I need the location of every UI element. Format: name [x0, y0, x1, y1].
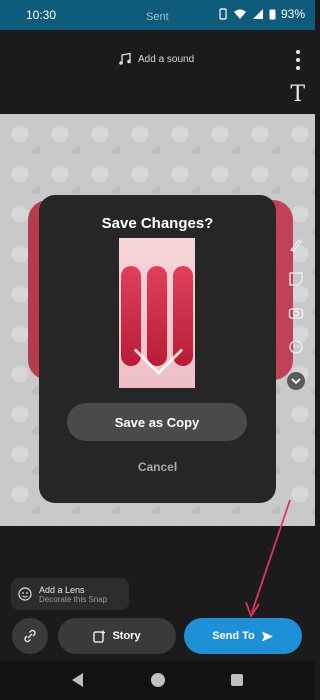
link-icon — [24, 629, 36, 643]
story-label: Story — [112, 630, 141, 642]
text-icon[interactable]: T — [290, 82, 305, 107]
status-bar: 10:30 Sent 93% — [0, 0, 315, 30]
link-button[interactable] — [12, 618, 48, 654]
lens-icon — [11, 586, 39, 602]
vibrate-icon — [219, 8, 227, 20]
add-lens-subtitle: Decorate this Snap — [39, 594, 108, 604]
music-note-icon — [119, 52, 131, 65]
more-vertical-icon[interactable] — [295, 50, 301, 72]
add-sound-button[interactable]: Add a sound — [118, 52, 194, 66]
save-changes-dialog: Save Changes? Save as Copy Cancel — [39, 195, 276, 503]
add-lens-button[interactable]: Add a Lens Decorate this Snap — [11, 578, 129, 610]
sticker-icon[interactable] — [285, 268, 307, 290]
save-as-copy-button[interactable]: Save as Copy — [67, 403, 247, 441]
battery-icon — [269, 9, 276, 20]
status-ghost-text: Sent — [146, 11, 169, 23]
nav-recents-icon[interactable] — [231, 674, 243, 686]
chevron-down-icon[interactable] — [285, 370, 307, 392]
dialog-title: Save Changes? — [101, 215, 214, 232]
signal-icon — [252, 9, 263, 19]
story-add-icon — [93, 630, 106, 643]
send-to-label: Send To — [212, 630, 255, 642]
send-arrow-icon — [261, 631, 273, 641]
nav-home-icon[interactable] — [151, 673, 165, 687]
snap-top-bar — [0, 30, 315, 114]
camera-icon[interactable] — [285, 302, 307, 324]
story-button[interactable]: Story — [58, 618, 176, 654]
add-lens-title: Add a Lens — [39, 584, 85, 595]
battery-percent: 93% — [280, 7, 305, 21]
android-nav-bar — [0, 662, 315, 700]
cancel-button[interactable]: Cancel — [39, 460, 276, 474]
snap-thumbnail — [119, 238, 195, 388]
send-to-button[interactable]: Send To — [184, 618, 302, 654]
nav-back-icon[interactable] — [72, 673, 83, 687]
wifi-icon — [233, 9, 246, 19]
side-toolbar — [283, 234, 309, 404]
status-icons: 93% — [218, 7, 305, 21]
status-time: 10:30 — [26, 8, 57, 22]
face-icon[interactable] — [285, 336, 307, 358]
pen-icon[interactable] — [285, 234, 307, 256]
add-sound-label: Add a sound — [138, 53, 195, 65]
